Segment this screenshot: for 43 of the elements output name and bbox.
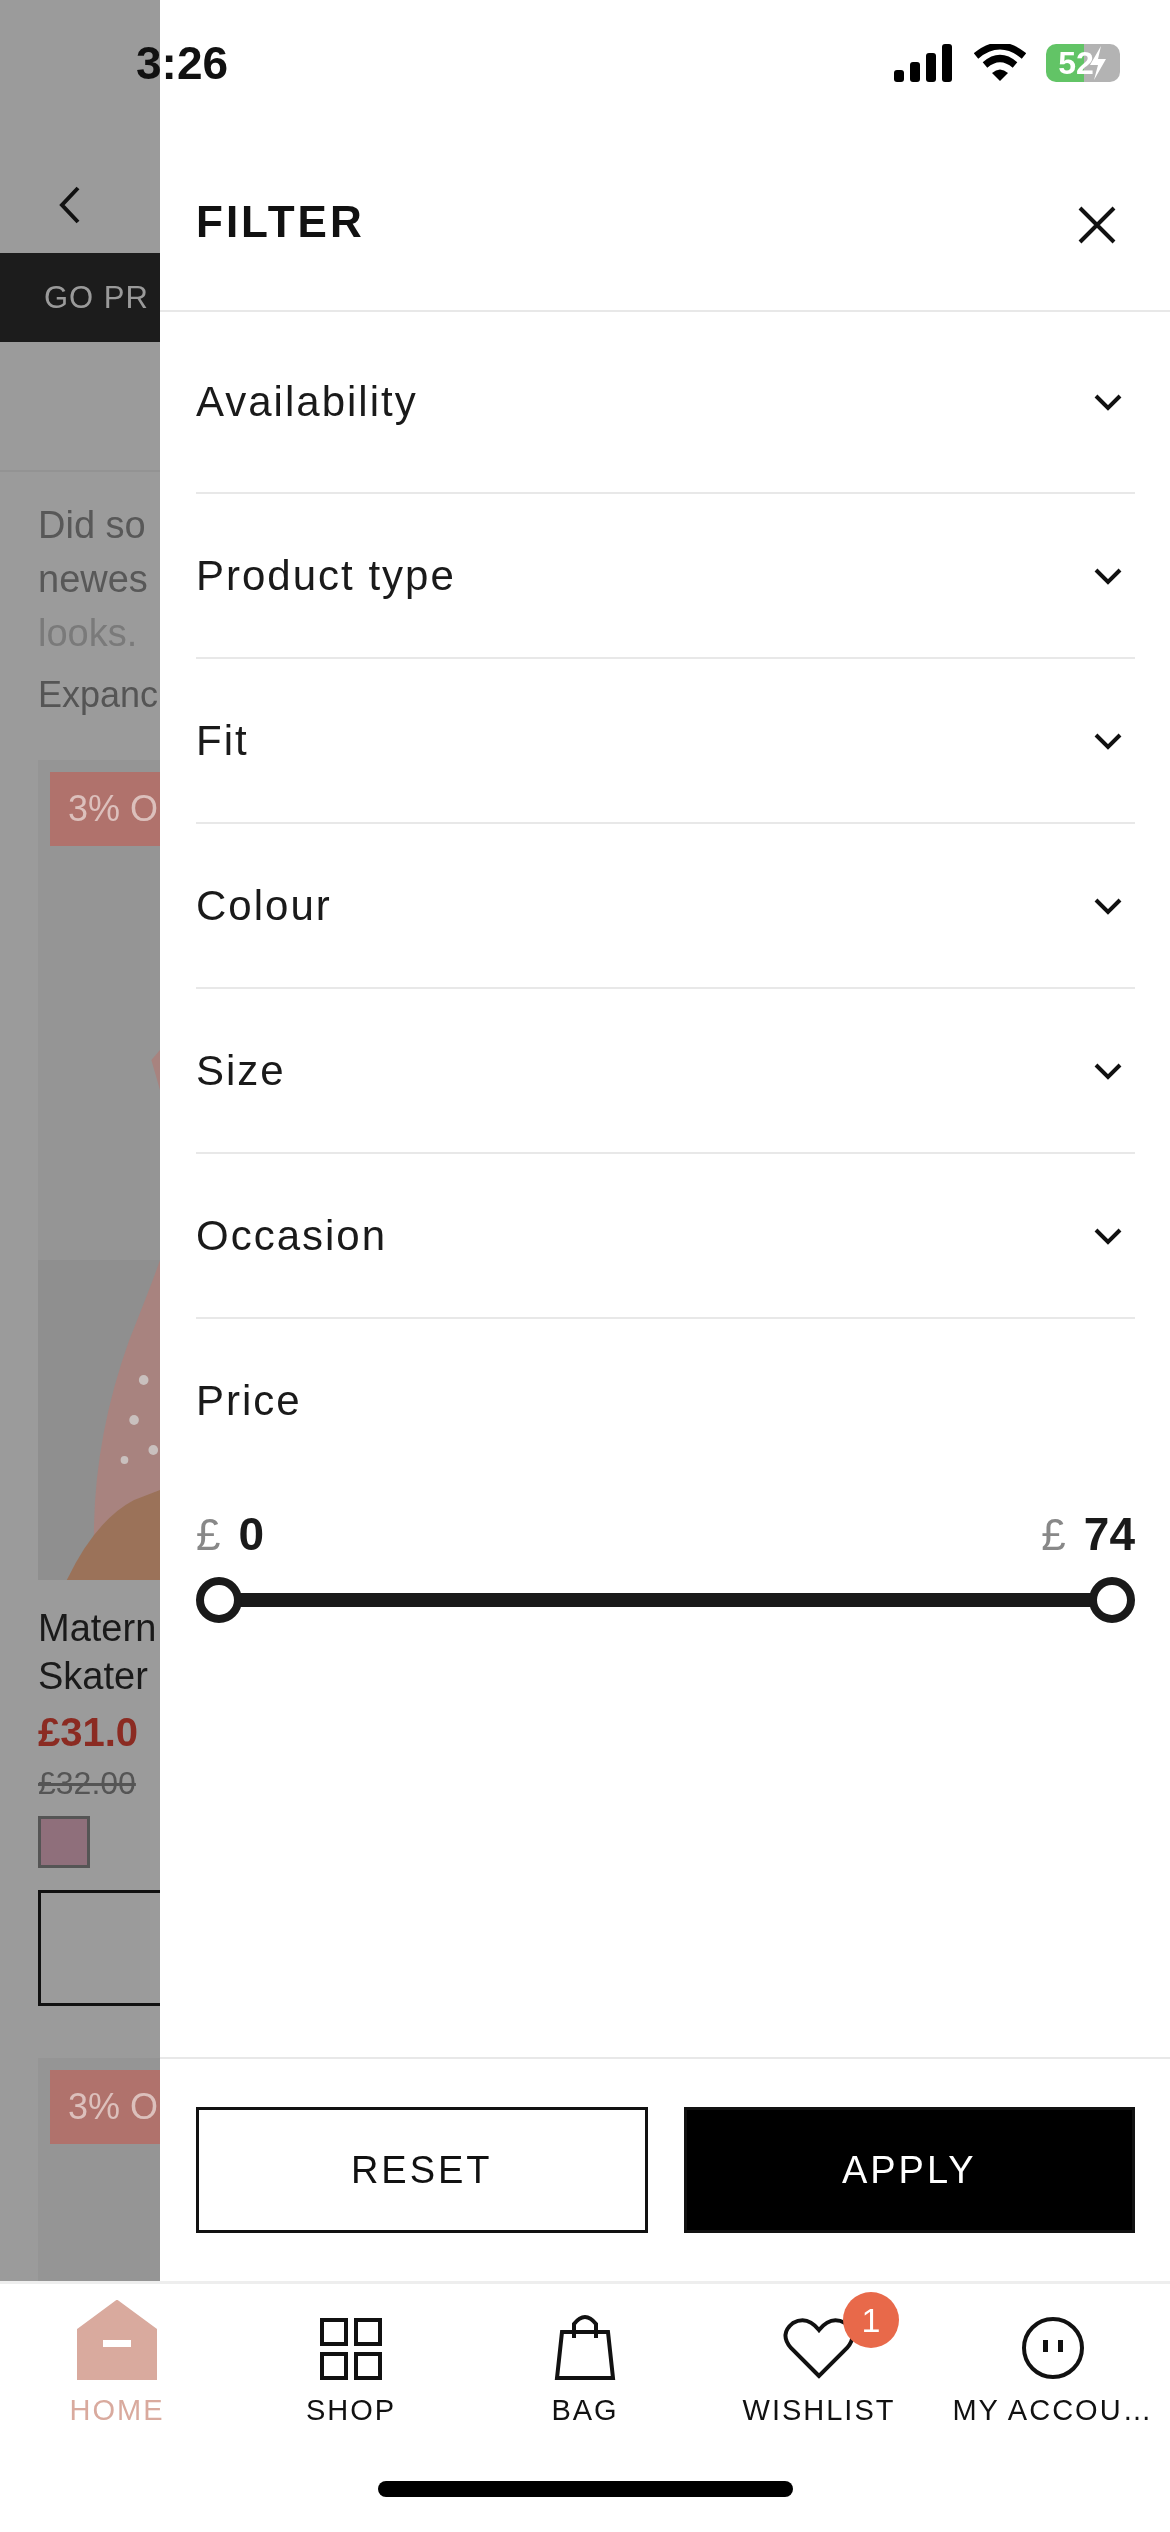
status-time: 3:26 <box>136 36 229 90</box>
intro-text: Did so <box>38 503 147 548</box>
battery-icon: 52 <box>1046 44 1120 82</box>
tab-item[interactable]: MY ACCOU… <box>936 2284 1170 2427</box>
account-icon <box>1021 2316 1085 2380</box>
discount-badge: 3% O <box>50 2070 160 2144</box>
discount-badge: 3% O <box>50 772 160 846</box>
price-label: Price <box>196 1377 303 1425</box>
original-price: £32.00 <box>38 1765 137 1802</box>
price-slider[interactable] <box>196 1577 1135 1623</box>
reset-button[interactable]: RESET <box>196 2107 648 2233</box>
product-title[interactable]: Matern <box>38 1604 160 1652</box>
filter-section[interactable]: Size <box>196 989 1135 1154</box>
filter-section[interactable]: Colour <box>196 824 1135 989</box>
filter-section[interactable]: Fit <box>196 659 1135 824</box>
currency-symbol: £ <box>1041 1510 1066 1560</box>
home-icon <box>77 2300 157 2380</box>
colour-swatch[interactable] <box>38 1816 90 1868</box>
intro-text: newes <box>38 557 149 602</box>
filter-section[interactable]: Product type <box>196 494 1135 659</box>
min-price: 0 <box>238 1507 265 1561</box>
heart-icon <box>783 2318 855 2380</box>
max-price: 74 <box>1083 1507 1135 1561</box>
wifi-icon <box>974 44 1026 82</box>
apply-button[interactable]: APPLY <box>683 2107 1135 2233</box>
bag-icon <box>554 2312 616 2380</box>
tab-item[interactable]: BAG <box>468 2284 702 2427</box>
filter-title: FILTER <box>196 197 365 247</box>
back-icon[interactable] <box>58 185 82 225</box>
tab-item[interactable]: 1 WISHLIST <box>702 2284 936 2427</box>
sale-price: £31.0 <box>38 1710 140 1755</box>
filter-section[interactable]: Availability <box>196 312 1135 494</box>
currency-symbol: £ <box>196 1510 221 1560</box>
grid-icon <box>320 2318 382 2380</box>
signal-icon <box>894 44 954 82</box>
tab-item[interactable]: SHOP <box>234 2284 468 2427</box>
close-icon[interactable] <box>1077 205 1117 245</box>
slider-thumb[interactable] <box>1089 1577 1135 1623</box>
product-title[interactable]: Skater <box>38 1652 160 1700</box>
filter-section[interactable]: Occasion <box>196 1154 1135 1319</box>
slider-thumb[interactable] <box>196 1577 242 1623</box>
count-badge: 1 <box>843 2292 899 2348</box>
promo-banner[interactable]: GO PR <box>0 253 160 342</box>
